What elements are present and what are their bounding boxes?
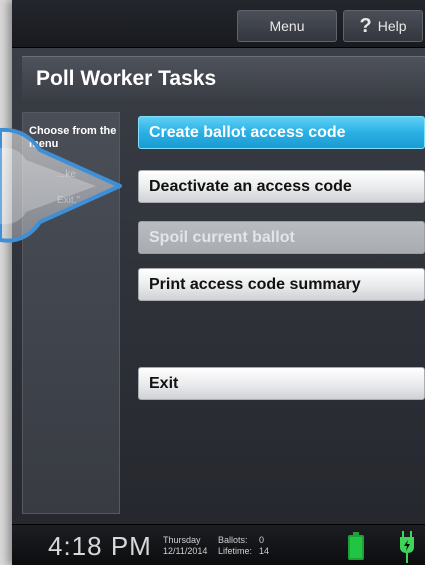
task-label: Create ballot access code <box>149 123 346 141</box>
print-access-code-summary-button[interactable]: Print access code summary <box>138 268 425 301</box>
top-bar: Menu ? Help <box>12 0 425 48</box>
exit-button[interactable]: Exit <box>138 367 425 400</box>
status-day: Thursday <box>163 535 201 545</box>
ballots-count: 0 <box>259 535 265 545</box>
menu-button-label: Menu <box>269 18 305 34</box>
status-date: 12/11/2014 <box>163 546 208 556</box>
task-label: Exit <box>149 374 179 392</box>
lifetime-label: Lifetime: <box>218 546 253 556</box>
create-ballot-access-code-button[interactable]: Create ballot access code <box>138 116 425 149</box>
help-button[interactable]: ? Help <box>343 10 423 42</box>
spoil-current-ballot-button: Spoil current ballot <box>138 221 425 254</box>
help-button-label: Help <box>377 18 407 34</box>
task-label: Deactivate an access code <box>149 177 352 195</box>
help-icon: ? <box>359 14 372 37</box>
page-title-bar: Poll Worker Tasks <box>22 56 425 100</box>
voting-screen: Menu ? Help Poll Worker Tasks Choose fro… <box>12 0 425 565</box>
task-label: Spoil current ballot <box>149 228 295 246</box>
clock-time: 4:18 PM <box>48 531 152 561</box>
power-plug-icon <box>400 531 414 563</box>
ballots-label: Ballots: <box>218 535 248 545</box>
task-label: Print access code summary <box>149 275 361 293</box>
lifetime-count: 14 <box>259 546 270 556</box>
deactivate-access-code-button[interactable]: Deactivate an access code <box>138 170 425 203</box>
pointer-callout-arrow <box>0 127 122 243</box>
page-title: Poll Worker Tasks <box>36 66 217 90</box>
status-bar: 4:18 PM Thursday 12/11/2014 Ballots: 0 L… <box>12 524 425 565</box>
menu-button[interactable]: Menu <box>237 10 337 42</box>
battery-full-icon <box>348 532 364 560</box>
